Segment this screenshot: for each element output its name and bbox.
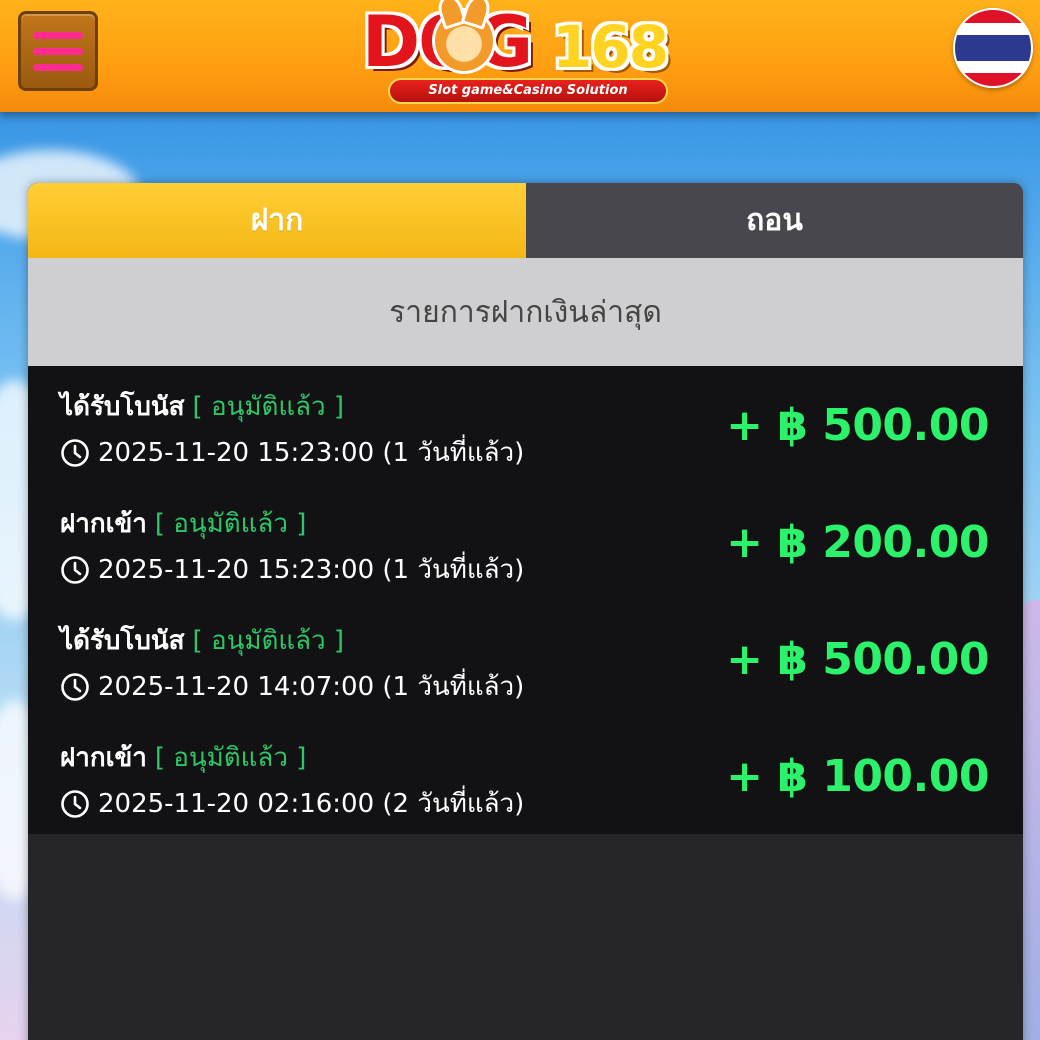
clock-icon: [61, 789, 89, 818]
hamburger-menu-icon: [33, 63, 83, 71]
transaction-time: 2025-11-20 02:16:00 (2 วันที่แล้ว): [60, 783, 524, 824]
background-castle: [1023, 600, 1040, 1040]
empty-panel-area: [28, 834, 1023, 1034]
transaction-row: ได้รับโบนัส[ อนุมัติแล้ว ] 2025-11-20 14…: [28, 600, 1023, 717]
transaction-title: ฝากเข้า[ อนุมัติแล้ว ]: [60, 737, 306, 778]
transaction-amount: + ฿ 200.00: [726, 517, 989, 568]
transaction-type: ได้รับโบนัส: [60, 626, 185, 656]
tab-bar: ฝาก ถอน: [28, 183, 1023, 258]
transaction-amount: + ฿ 100.00: [726, 751, 989, 802]
tab-deposit[interactable]: ฝาก: [28, 183, 526, 258]
transaction-amount: + ฿ 500.00: [726, 400, 989, 451]
clock-icon: [61, 555, 89, 584]
clock-icon: [61, 438, 89, 467]
transaction-datetime: 2025-11-20 15:23:00 (1 วันที่แล้ว): [98, 555, 525, 585]
transaction-type: ได้รับโบนัส: [60, 392, 185, 422]
status-badge: [ อนุมัติแล้ว ]: [192, 626, 345, 656]
top-header: DOG 168 Slot game&Casino Solution: [0, 0, 1040, 112]
hamburger-menu-button[interactable]: [18, 11, 98, 91]
transaction-time: 2025-11-20 14:07:00 (1 วันที่แล้ว): [60, 666, 524, 707]
transaction-panel: ฝาก ถอน รายการฝากเงินล่าสุด ได้รับโบนัส[…: [28, 183, 1023, 1040]
transaction-row: ฝากเข้า[ อนุมัติแล้ว ] 2025-11-20 15:23:…: [28, 483, 1023, 600]
transaction-row: ฝากเข้า[ อนุมัติแล้ว ] 2025-11-20 02:16:…: [28, 717, 1023, 834]
logo-tagline: Slot game&Casino Solution: [388, 78, 668, 104]
brand-logo[interactable]: DOG 168 Slot game&Casino Solution: [362, 2, 688, 106]
transaction-datetime: 2025-11-20 02:16:00 (2 วันที่แล้ว): [98, 789, 525, 819]
status-badge: [ อนุมัติแล้ว ]: [154, 743, 307, 773]
transaction-datetime: 2025-11-20 14:07:00 (1 วันที่แล้ว): [98, 672, 525, 702]
hamburger-menu-icon: [33, 31, 83, 39]
transaction-datetime: 2025-11-20 15:23:00 (1 วันที่แล้ว): [98, 438, 525, 468]
transaction-type: ฝากเข้า: [60, 743, 147, 773]
transaction-row: ได้รับโบนัส[ อนุมัติแล้ว ] 2025-11-20 15…: [28, 366, 1023, 483]
transaction-list: ได้รับโบนัส[ อนุมัติแล้ว ] 2025-11-20 15…: [28, 366, 1023, 834]
transaction-time: 2025-11-20 15:23:00 (1 วันที่แล้ว): [60, 432, 524, 473]
transaction-title: ฝากเข้า[ อนุมัติแล้ว ]: [60, 503, 306, 544]
tab-withdraw[interactable]: ถอน: [526, 183, 1023, 258]
hamburger-menu-icon: [33, 47, 83, 55]
dog-mascot-icon: [432, 8, 496, 74]
status-badge: [ อนุมัติแล้ว ]: [154, 509, 307, 539]
transaction-amount: + ฿ 500.00: [726, 634, 989, 685]
section-title: รายการฝากเงินล่าสุด: [28, 258, 1023, 366]
clock-icon: [61, 672, 89, 701]
transaction-type: ฝากเข้า: [60, 509, 147, 539]
logo-number: 168: [552, 13, 669, 81]
transaction-time: 2025-11-20 15:23:00 (1 วันที่แล้ว): [60, 549, 524, 590]
thailand-flag-icon[interactable]: [953, 8, 1033, 88]
transaction-title: ได้รับโบนัส[ อนุมัติแล้ว ]: [60, 620, 344, 661]
status-badge: [ อนุมัติแล้ว ]: [192, 392, 345, 422]
transaction-title: ได้รับโบนัส[ อนุมัติแล้ว ]: [60, 386, 344, 427]
